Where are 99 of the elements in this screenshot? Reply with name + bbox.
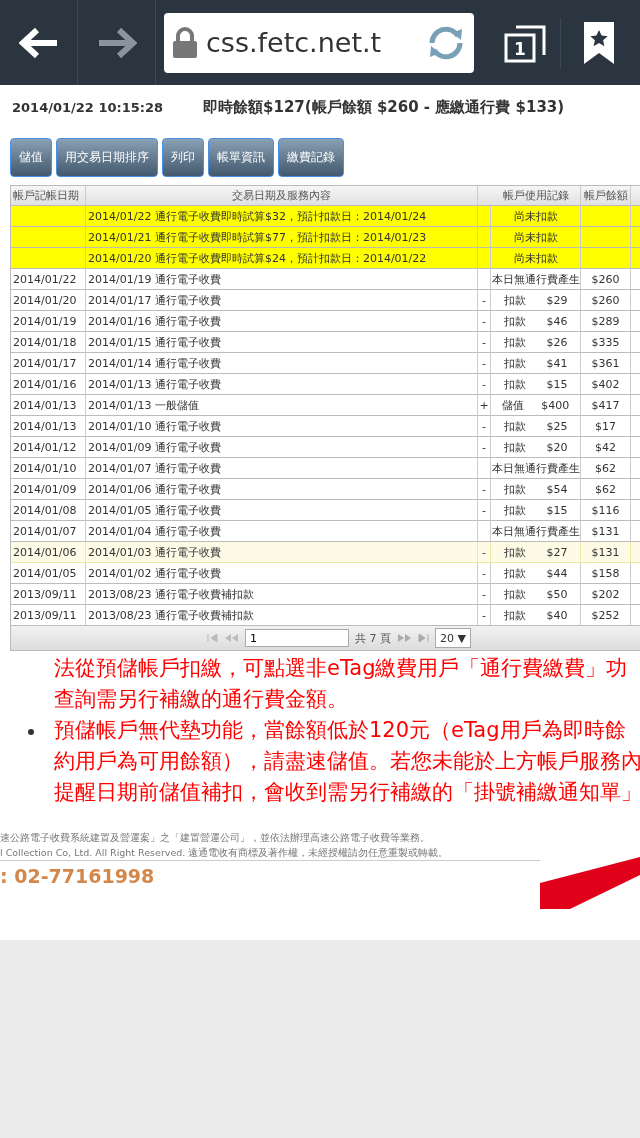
table-cell: $62 — [581, 479, 631, 500]
table-cell: 2014/01/10 — [11, 458, 86, 479]
page-count: 共 7 頁 — [355, 630, 391, 646]
table-cell: 2014/01/20 — [11, 290, 86, 311]
table-cell: 2014/01/22 — [11, 269, 86, 290]
forward-icon[interactable] — [96, 27, 137, 58]
table-cell: 2014/01/13 通行電子收費 — [86, 374, 478, 395]
table-cell: $260 — [581, 290, 631, 311]
table-cell: 2014/01/16 — [11, 374, 86, 395]
table-cell: 2014/01/06 — [11, 542, 86, 563]
table-cell: 2014/01/07 通行電子收費 — [86, 458, 478, 479]
next-page-icon[interactable] — [397, 634, 411, 642]
table-cell: - — [478, 374, 491, 395]
table-cell: 2013/09/11 — [11, 584, 86, 605]
bullet-icon — [28, 729, 34, 735]
address-field[interactable]: css.fetc.net.t — [164, 12, 474, 73]
first-page-icon[interactable] — [207, 634, 219, 642]
table-cell: $202 — [581, 584, 631, 605]
table-cell: 扣款 $15 — [491, 500, 581, 521]
table-cell: 2014/01/19 通行電子收費 — [86, 269, 478, 290]
timestamp: 2014/01/22 10:15:28 — [12, 99, 164, 115]
table-cell: - — [478, 479, 491, 500]
table-cell: 扣款 $25 — [491, 416, 581, 437]
table-cell: 2014/01/08 — [11, 500, 86, 521]
table-cell: 2014/01/10 通行電子收費 — [86, 416, 478, 437]
last-page-icon[interactable] — [417, 634, 429, 642]
table-cell: - — [478, 542, 491, 563]
table-cell: 2014/01/17 通行電子收費 — [86, 290, 478, 311]
table-cell: $42 — [581, 437, 631, 458]
table-cell: 扣款 $41 — [491, 353, 581, 374]
table-cell: 儲值 $400 — [491, 395, 581, 416]
table-cell: - — [478, 416, 491, 437]
table-cell: 2014/01/05 — [11, 563, 86, 584]
page-field[interactable]: 1 — [245, 629, 349, 647]
table-cell: 扣款 $20 — [491, 437, 581, 458]
table-cell: 扣款 $44 — [491, 563, 581, 584]
table-cell: $335 — [581, 332, 631, 353]
table-cell: $131 — [581, 542, 631, 563]
table-cell: 2014/01/14 通行電子收費 — [86, 353, 478, 374]
page-size-select[interactable]: 20 ▼ — [435, 628, 471, 648]
table-cell: 扣款 $46 — [491, 311, 581, 332]
table-cell: $402 — [581, 374, 631, 395]
table-cell: $62 — [581, 458, 631, 479]
table-cell: 2014/01/13 — [11, 395, 86, 416]
table-cell: 2014/01/13 — [11, 416, 86, 437]
table-cell: $289 — [581, 311, 631, 332]
toolbar-button[interactable]: 帳單資訊 — [208, 138, 274, 177]
lock-icon — [172, 26, 198, 59]
table-cell: 扣款 $50 — [491, 584, 581, 605]
table-cell: 扣款 $26 — [491, 332, 581, 353]
bookmark-icon[interactable] — [583, 20, 615, 65]
table-cell: 2014/01/12 — [11, 437, 86, 458]
table-cell: - — [478, 584, 491, 605]
table-cell: 2014/01/13 一般儲值 — [86, 395, 478, 416]
toolbar-button[interactable]: 繳費記錄 — [278, 138, 344, 177]
notice-text: 法從預儲帳戶扣繳，可點選非eTag繳費用戶「通行費繳費」功 查詢需另行補繳的通行費金額。 — [54, 655, 628, 713]
table-cell: $417 — [581, 395, 631, 416]
table-cell: 扣款 $15 — [491, 374, 581, 395]
balance-summary: 即時餘額$127(帳戶餘額 $260 - 應繳通行費 $133) — [203, 97, 565, 117]
back-icon[interactable] — [18, 27, 59, 58]
table-cell: 2014/01/17 — [11, 353, 86, 374]
table-cell: - — [478, 437, 491, 458]
table-cell: 2014/01/16 通行電子收費 — [86, 311, 478, 332]
toolbar-button[interactable]: 儲值 — [10, 138, 52, 177]
table-cell: - — [478, 290, 491, 311]
toolbar-button[interactable]: 列印 — [162, 138, 204, 177]
table-cell: 本日無通行費產生 — [491, 269, 581, 290]
table-cell: 2013/08/23 通行電子收費補扣款 — [86, 584, 478, 605]
notice-text: 預儲帳戶無代墊功能，當餘額低於120元（eTag用戶為即時餘 約用戶為可用餘額），請盡速儲值。若您未能於上方帳戶服務內 提醒日期前儲值補扣，會收到需另行補繳的「掛號補繳通知單」 — [54, 717, 640, 806]
toolbar-button[interactable]: 用交易日期排序 — [56, 138, 158, 177]
table-cell: - — [478, 311, 491, 332]
table-cell: 扣款 $29 — [491, 290, 581, 311]
table-cell: 2014/01/09 — [11, 479, 86, 500]
previous-page-icon[interactable] — [225, 634, 239, 642]
table-cell: $17 — [581, 416, 631, 437]
copyright-text: 速公路電子收費系統建置及營運案」之「建置營運公司」，並依法辦理高速公路電子收費等業務。 l Collection Co, Ltd. All Right Reserved. 遠通電收有商標及著作權，未經授權請勿任意重製或轉載。 — [0, 830, 540, 861]
table-cell: - — [478, 353, 491, 374]
table-cell: 2014/01/18 — [11, 332, 86, 353]
table-cell: 2014/01/19 — [11, 311, 86, 332]
table-cell: 2014/01/15 通行電子收費 — [86, 332, 478, 353]
table-cell: + — [478, 395, 491, 416]
table-cell: 2014/01/05 通行電子收費 — [86, 500, 478, 521]
table-cell: $361 — [581, 353, 631, 374]
table-cell: 2014/01/03 通行電子收費 — [86, 542, 478, 563]
table-cell: 扣款 $54 — [491, 479, 581, 500]
table-cell: 2014/01/09 通行電子收費 — [86, 437, 478, 458]
table-cell: $116 — [581, 500, 631, 521]
phone-number: : 02-77161998 — [0, 864, 155, 887]
table-cell: 扣款 $27 — [491, 542, 581, 563]
table-cell: 本日無通行費產生 — [491, 458, 581, 479]
table-cell: $260 — [581, 269, 631, 290]
table-cell: 尚未扣款 — [491, 248, 581, 269]
table-cell: 2014/01/20 通行電子收費即時試算$24，預計扣款日：2014/01/22 — [86, 248, 478, 269]
table-cell: 2014/01/06 通行電子收費 — [86, 479, 478, 500]
table-cell: - — [478, 563, 491, 584]
table-cell: - — [478, 332, 491, 353]
table-cell: 2014/01/02 通行電子收費 — [86, 563, 478, 584]
table-cell: - — [478, 500, 491, 521]
table-cell: $158 — [581, 563, 631, 584]
